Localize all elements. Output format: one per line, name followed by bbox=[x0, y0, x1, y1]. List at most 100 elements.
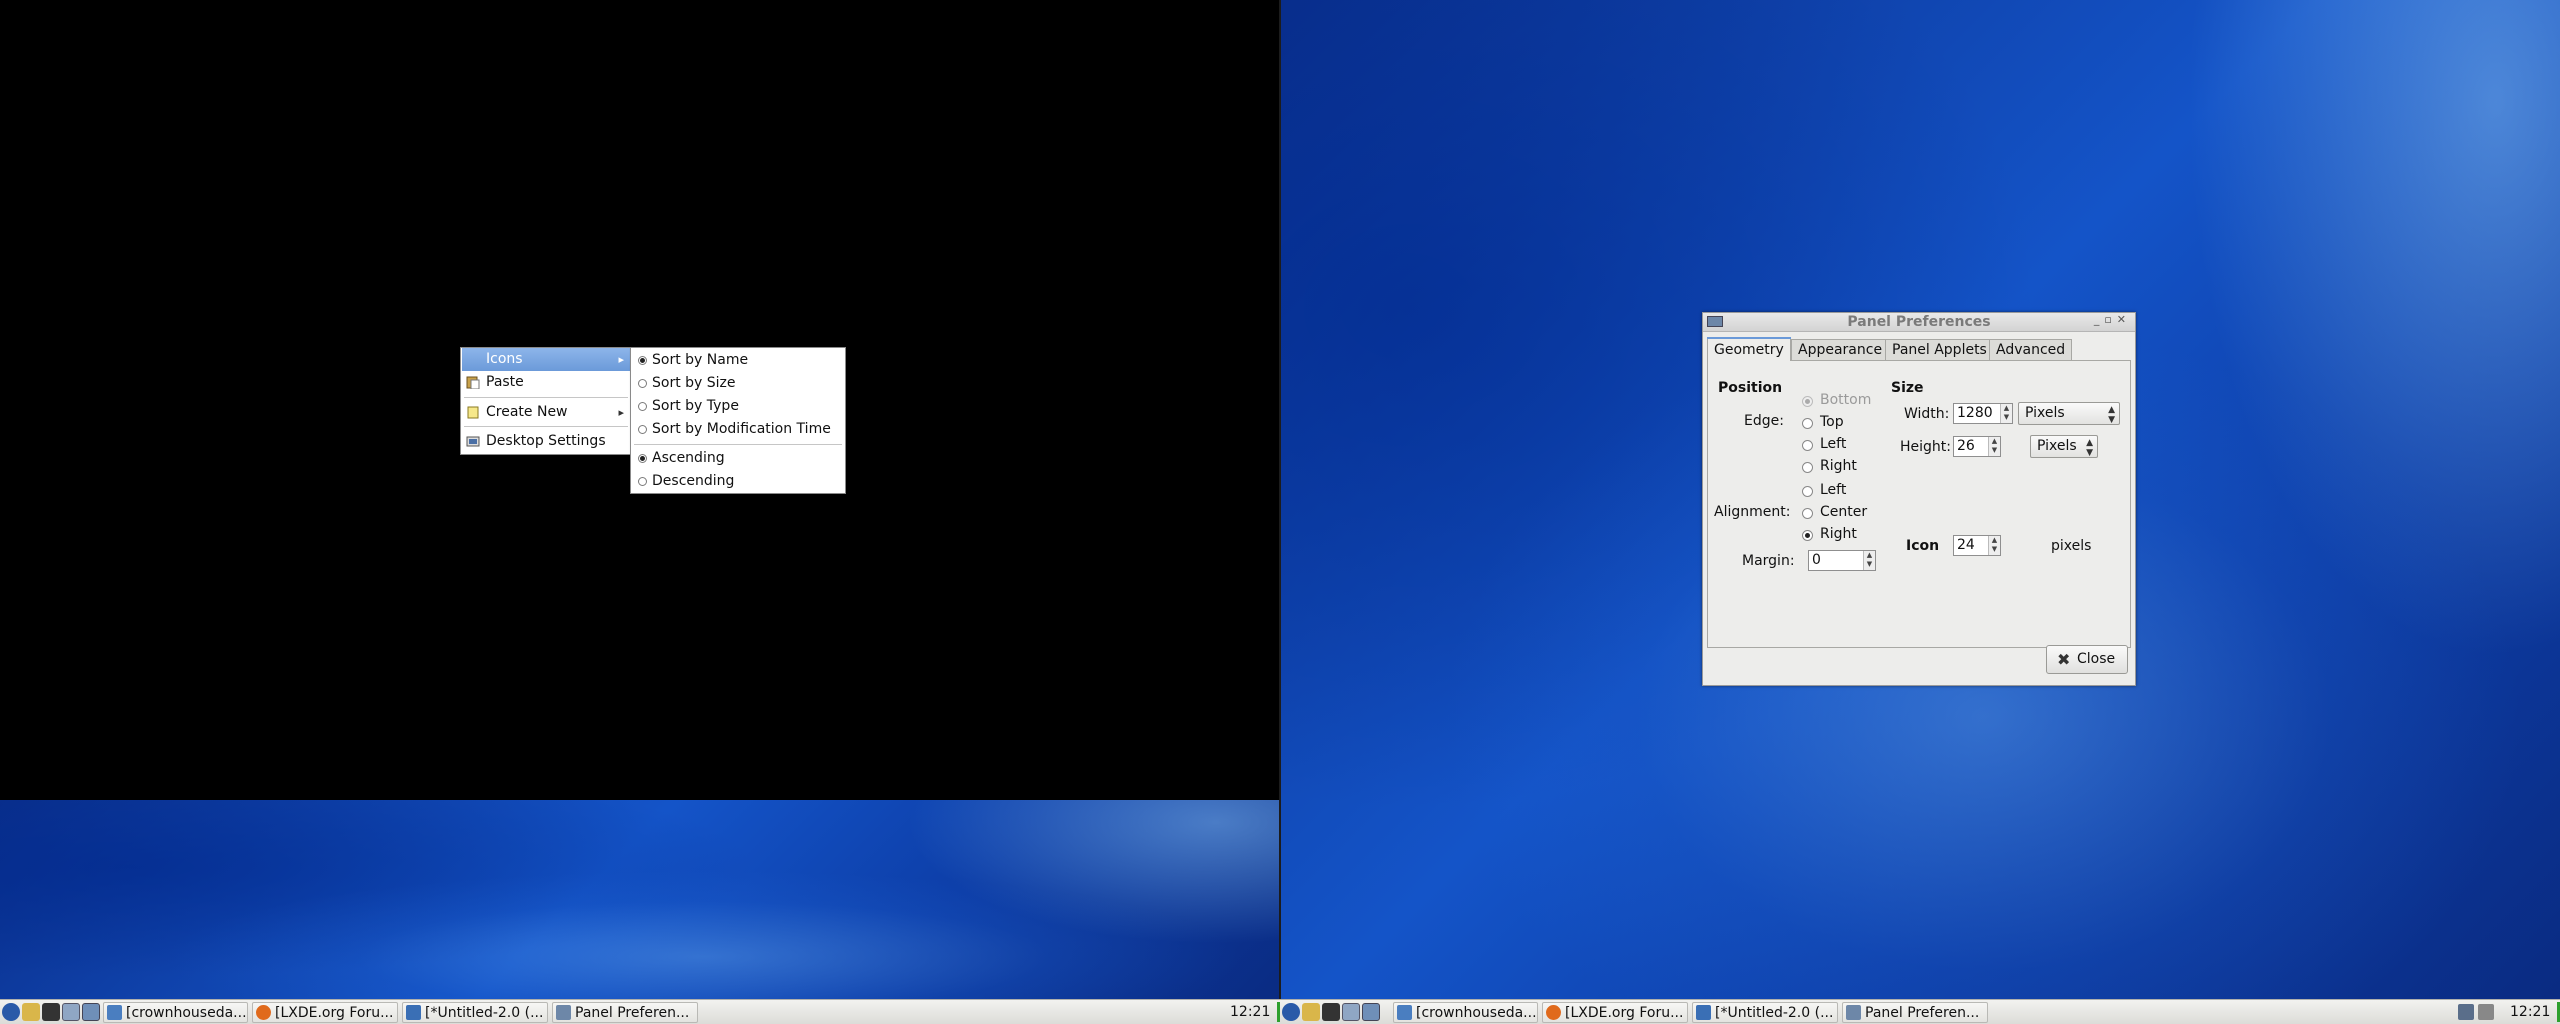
radio-checked-icon bbox=[638, 356, 647, 365]
desktop-pager-icon[interactable] bbox=[82, 1003, 100, 1021]
desktop-pager-icon[interactable] bbox=[1362, 1003, 1380, 1021]
margin-spinbox[interactable]: 0 ▲ ▼ bbox=[1808, 550, 1876, 571]
menu-separator bbox=[464, 426, 628, 427]
settings-icon bbox=[466, 436, 480, 447]
fedora-menu-icon[interactable] bbox=[1282, 1003, 1300, 1021]
window-icon bbox=[1846, 1005, 1861, 1020]
alignment-radio-right[interactable] bbox=[1802, 530, 1813, 541]
task-button-panel-preferences[interactable]: Panel Preferen... bbox=[1842, 1002, 1988, 1023]
alignment-label: Alignment: bbox=[1714, 504, 1791, 520]
new-file-icon bbox=[467, 406, 479, 419]
tab-geometry[interactable]: Geometry bbox=[1707, 337, 1791, 361]
alignment-radio-center[interactable] bbox=[1802, 508, 1813, 519]
icon-size-unit: pixels bbox=[2051, 538, 2092, 554]
radio-unchecked-icon bbox=[638, 425, 647, 434]
show-desktop-icon[interactable] bbox=[62, 1003, 80, 1021]
close-button[interactable]: ✖ Close bbox=[2046, 645, 2128, 674]
menu-separator bbox=[464, 397, 628, 398]
alignment-radio-left[interactable] bbox=[1802, 486, 1813, 497]
submenu-sort-by-type[interactable]: Sort by Type bbox=[632, 395, 844, 417]
task-button-untitled[interactable]: [*Untitled-2.0 (... bbox=[402, 1002, 548, 1023]
submenu-ascending[interactable]: Ascending bbox=[632, 447, 844, 469]
edge-option-top: Top bbox=[1820, 414, 1844, 430]
desktop-wallpaper-left-bottom bbox=[0, 800, 1280, 1024]
alignment-option-left: Left bbox=[1820, 482, 1847, 498]
menu-item-icons[interactable]: Icons ▸ bbox=[462, 348, 630, 371]
terminal-icon[interactable] bbox=[42, 1003, 60, 1021]
submenu-sort-by-size[interactable]: Sort by Size bbox=[632, 372, 844, 394]
document-icon bbox=[1696, 1005, 1711, 1020]
edge-option-left: Left bbox=[1820, 436, 1847, 452]
edge-radio-bottom[interactable] bbox=[1802, 396, 1813, 407]
clock[interactable]: 12:21 bbox=[1230, 1000, 1270, 1024]
submenu-sort-by-name[interactable]: Sort by Name bbox=[632, 349, 844, 371]
menu-item-desktop-settings[interactable]: Desktop Settings bbox=[462, 430, 630, 453]
volume-icon[interactable] bbox=[2478, 1004, 2494, 1020]
menu-item-paste[interactable]: Paste bbox=[462, 371, 630, 394]
edge-option-right: Right bbox=[1820, 458, 1857, 474]
taskbar-right: [crownhouseda... [LXDE.org Foru... [*Unt… bbox=[1280, 999, 2560, 1024]
terminal-icon[interactable] bbox=[1322, 1003, 1340, 1021]
width-spinbox[interactable]: 1280 ▲ ▼ bbox=[1953, 403, 2013, 424]
file-manager-icon[interactable] bbox=[1302, 1003, 1320, 1021]
window-controls: _▫✕ bbox=[2094, 313, 2131, 326]
spin-arrows-icon[interactable]: ▲ ▼ bbox=[1988, 536, 2000, 555]
menu-item-create-new[interactable]: Create New ▸ bbox=[462, 401, 630, 424]
width-label: Width: bbox=[1904, 406, 1950, 422]
tab-advanced[interactable]: Advanced bbox=[1989, 339, 2073, 360]
task-button-lxde-forum[interactable]: [LXDE.org Foru... bbox=[252, 1002, 398, 1023]
network-icon[interactable] bbox=[2458, 1004, 2474, 1020]
desktop-context-menu: Icons ▸ Paste Create New ▸ Desktop Setti… bbox=[460, 347, 632, 455]
screen-divider bbox=[1279, 0, 1281, 1000]
submenu-sort-by-modification-time[interactable]: Sort by Modification Time bbox=[632, 418, 844, 440]
edge-label: Edge: bbox=[1744, 413, 1784, 429]
spin-arrows-icon[interactable]: ▲ ▼ bbox=[1863, 551, 1875, 570]
width-unit-combo[interactable]: Pixels ▲ ▼ bbox=[2018, 402, 2120, 425]
icon-size-label: Icon bbox=[1906, 538, 1940, 554]
window-titlebar[interactable]: Panel Preferences _▫✕ bbox=[1703, 313, 2135, 332]
task-button-crownhouse[interactable]: [crownhouseda... bbox=[1393, 1002, 1538, 1023]
submenu-descending[interactable]: Descending bbox=[632, 470, 844, 492]
paste-icon bbox=[466, 376, 480, 389]
spin-arrows-icon[interactable]: ▲ ▼ bbox=[1988, 437, 2000, 456]
height-label: Height: bbox=[1900, 439, 1951, 455]
window-title: Panel Preferences bbox=[1847, 314, 1991, 330]
document-icon bbox=[406, 1005, 421, 1020]
chevron-right-icon: ▸ bbox=[618, 406, 624, 419]
close-icon: ✖ bbox=[2057, 650, 2071, 669]
task-button-crownhouse[interactable]: [crownhouseda... bbox=[103, 1002, 248, 1023]
alignment-option-center: Center bbox=[1820, 504, 1868, 520]
clock[interactable]: 12:21 bbox=[2510, 1000, 2550, 1024]
show-desktop-icon[interactable] bbox=[1342, 1003, 1360, 1021]
menu-separator bbox=[634, 444, 842, 445]
chevron-right-icon: ▸ bbox=[618, 353, 624, 366]
firefox-icon bbox=[256, 1005, 271, 1020]
task-button-lxde-forum[interactable]: [LXDE.org Foru... bbox=[1542, 1002, 1688, 1023]
minimize-icon[interactable]: _ bbox=[2094, 313, 2105, 326]
fedora-menu-icon[interactable] bbox=[2, 1003, 20, 1021]
edge-radio-left[interactable] bbox=[1802, 440, 1813, 451]
task-button-panel-preferences[interactable]: Panel Preferen... bbox=[552, 1002, 698, 1023]
height-spinbox[interactable]: 26 ▲ ▼ bbox=[1953, 436, 2001, 457]
icon-size-spinbox[interactable]: 24 ▲ ▼ bbox=[1953, 535, 2001, 556]
close-icon[interactable]: ✕ bbox=[2117, 313, 2131, 326]
combo-arrows-icon: ▲ ▼ bbox=[2086, 438, 2093, 458]
height-unit-combo[interactable]: Pixels ▲ ▼ bbox=[2030, 435, 2098, 458]
panel-preferences-window: Panel Preferences _▫✕ Geometry Appearanc… bbox=[1702, 312, 2136, 686]
edge-radio-top[interactable] bbox=[1802, 418, 1813, 429]
icons-submenu: Sort by Name Sort by Size Sort by Type S… bbox=[630, 347, 846, 494]
radio-unchecked-icon bbox=[638, 402, 647, 411]
taskbar-left: [crownhouseda... [LXDE.org Foru... [*Unt… bbox=[0, 999, 1280, 1024]
position-heading: Position bbox=[1718, 380, 1783, 396]
tab-appearance[interactable]: Appearance bbox=[1791, 339, 1890, 360]
spin-arrows-icon[interactable]: ▲ ▼ bbox=[2000, 404, 2012, 423]
task-button-untitled[interactable]: [*Untitled-2.0 (... bbox=[1692, 1002, 1838, 1023]
window-icon bbox=[556, 1005, 571, 1020]
edge-radio-right[interactable] bbox=[1802, 462, 1813, 473]
file-manager-icon[interactable] bbox=[22, 1003, 40, 1021]
tab-panel-applets[interactable]: Panel Applets bbox=[1885, 339, 1994, 360]
maximize-icon[interactable]: ▫ bbox=[2104, 313, 2116, 326]
margin-label: Margin: bbox=[1742, 553, 1795, 569]
app-icon bbox=[107, 1005, 122, 1020]
firefox-icon bbox=[1546, 1005, 1561, 1020]
